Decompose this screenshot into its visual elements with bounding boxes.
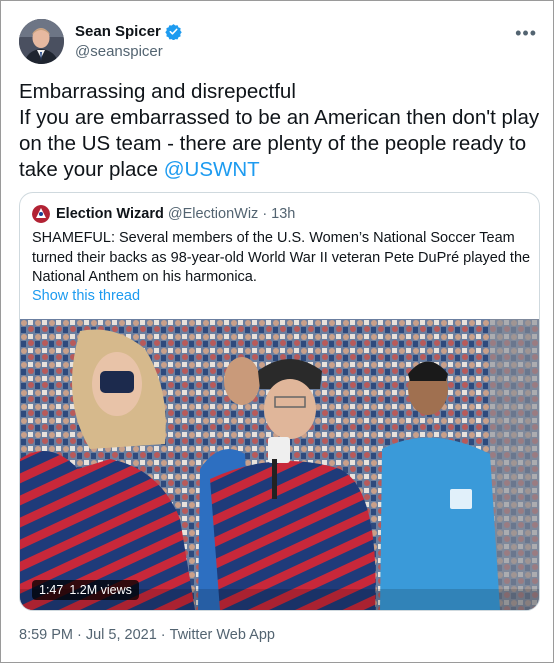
quoted-line: SHAMEFUL: Several members of the U.S. Wo… [32,230,515,246]
avatar[interactable] [19,19,64,64]
more-options-icon[interactable]: ••• [515,23,537,44]
tweet-line-last: take your place @USWNT [19,157,539,183]
tweet-line: If you are embarrassed to be an American… [19,106,540,129]
tweet-text: Embarrassing and disrepectful If you are… [19,79,539,183]
video-duration: 1:47 [39,583,64,597]
quoted-author-name[interactable]: Election Wizard [56,206,164,222]
tweet-source[interactable]: Twitter Web App [170,627,275,643]
tweet-time[interactable]: 8:59 PM [19,627,73,643]
tweet-header: Sean Spicer @seanspicer ••• [19,19,539,65]
quoted-line: National Anthem on his harmonica. [32,269,257,285]
tweet-date[interactable]: Jul 5, 2021 [86,627,157,643]
tweet-footer: 8:59 PM · Jul 5, 2021 · Twitter Web App [19,627,275,643]
separator-dot: · [160,627,166,643]
author-handle[interactable]: @seanspicer [75,43,163,60]
quoted-line: turned their backs as 98-year-old World … [32,249,531,266]
quoted-tweet-header: Election Wizard @ElectionWiz · 13h [32,205,295,223]
video-stats-badge: 1:47 1.2M views [32,580,139,600]
quoted-author-handle[interactable]: @ElectionWiz [168,206,258,222]
separator-dot: · [262,206,268,222]
quoted-tweet-text: SHAMEFUL: Several members of the U.S. Wo… [32,229,532,288]
author-name-row: Sean Spicer [75,23,182,41]
tweet-card: Sean Spicer @seanspicer ••• Embarrassing… [0,0,554,663]
mention-link[interactable]: @USWNT [164,158,260,181]
quoted-timestamp[interactable]: 13h [271,206,295,222]
tweet-line: Embarrassing and disrepectful [19,80,296,103]
verified-badge-icon [165,23,182,41]
tweet-line-text: take your place [19,158,159,181]
author-name[interactable]: Sean Spicer [75,23,161,40]
election-wizard-avatar-icon[interactable] [32,205,50,223]
separator-dot: · [77,627,82,643]
video-views: 1.2M views [69,583,132,597]
video-player[interactable]: 1:47 1.2M views [20,319,539,610]
show-thread-link[interactable]: Show this thread [32,288,140,304]
quoted-tweet[interactable]: Election Wizard @ElectionWiz · 13h SHAME… [19,192,540,611]
video-frame-image [20,319,539,610]
tweet-line: on the US team - there are plenty of the… [19,132,527,155]
